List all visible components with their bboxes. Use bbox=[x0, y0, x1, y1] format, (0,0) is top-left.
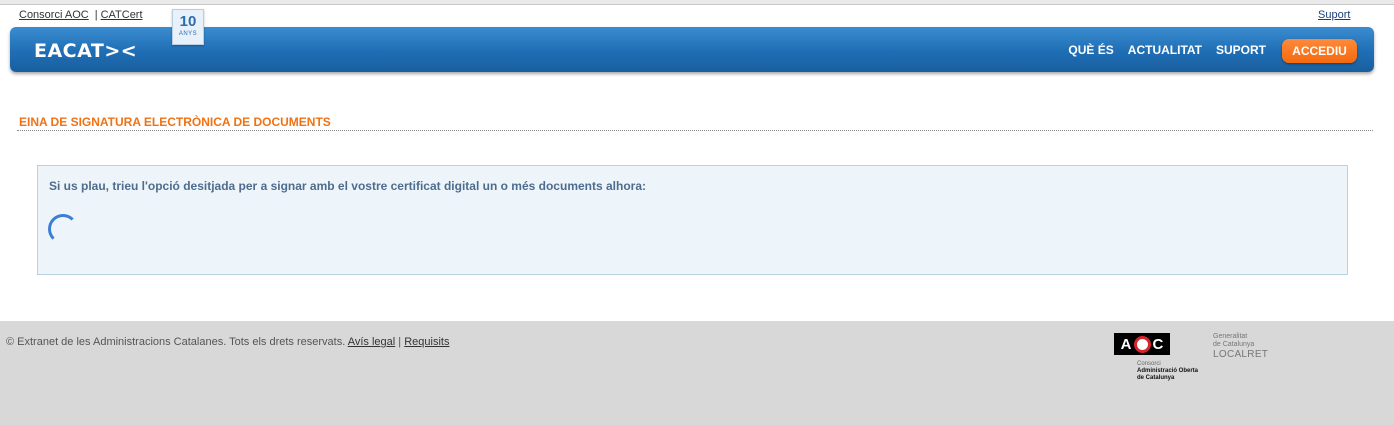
catcert-link[interactable]: CATCert bbox=[101, 9, 143, 21]
badge-number: 10 bbox=[179, 13, 197, 30]
signing-options-panel: Si us plau, trieu l'opció desitjada per … bbox=[37, 165, 1348, 275]
page-title: EINA DE SIGNATURA ELECTRÒNICA DE DOCUMEN… bbox=[19, 115, 331, 129]
signing-prompt: Si us plau, trieu l'opció desitjada per … bbox=[49, 179, 646, 193]
top-links: Consorci AOC | CATCert bbox=[19, 9, 143, 21]
footer: © Extranet de les Administracions Catala… bbox=[0, 321, 1394, 425]
aoc-logo-caption: Consorci Administració Oberta de Catalun… bbox=[1137, 361, 1199, 381]
footer-link-separator: | bbox=[398, 336, 402, 348]
consorci-aoc-link[interactable]: Consorci AOC bbox=[19, 9, 89, 21]
title-divider bbox=[17, 130, 1373, 131]
nav-que-es[interactable]: QUÈ ÉS bbox=[1068, 43, 1113, 57]
nav-menu: QUÈ ÉS ACTUALITAT SUPORT bbox=[1068, 43, 1266, 57]
avis-legal-link[interactable]: Avís legal bbox=[348, 336, 396, 348]
eacat-logo[interactable]: EACAT>< bbox=[34, 40, 137, 62]
main-navbar: EACAT>< QUÈ ÉS ACTUALITAT SUPORT ACCEDIU bbox=[10, 27, 1374, 72]
nav-actualitat[interactable]: ACTUALITAT bbox=[1128, 43, 1202, 57]
copyright-text: © Extranet de les Administracions Catala… bbox=[6, 336, 346, 348]
aoc-mark-icon: AC bbox=[1114, 333, 1170, 355]
requisits-link[interactable]: Requisits bbox=[404, 336, 449, 348]
browser-top-strip bbox=[0, 0, 1394, 5]
top-support-link[interactable]: Suport bbox=[1318, 9, 1350, 21]
top-link-separator: | bbox=[94, 9, 98, 21]
badge-label: ANYS bbox=[178, 31, 198, 37]
generalitat-localret-logo: Generalitat de Catalunya LOCALRET bbox=[1213, 333, 1269, 360]
footer-text: © Extranet de les Administracions Catala… bbox=[6, 336, 449, 348]
login-button[interactable]: ACCEDIU bbox=[1282, 39, 1357, 63]
loading-spinner-icon bbox=[48, 214, 78, 244]
ten-years-badge: 10 ANYS bbox=[172, 9, 204, 45]
aoc-logo: AC Consorci Administració Oberta de Cata… bbox=[1114, 333, 1198, 381]
nav-suport[interactable]: SUPORT bbox=[1216, 43, 1266, 57]
